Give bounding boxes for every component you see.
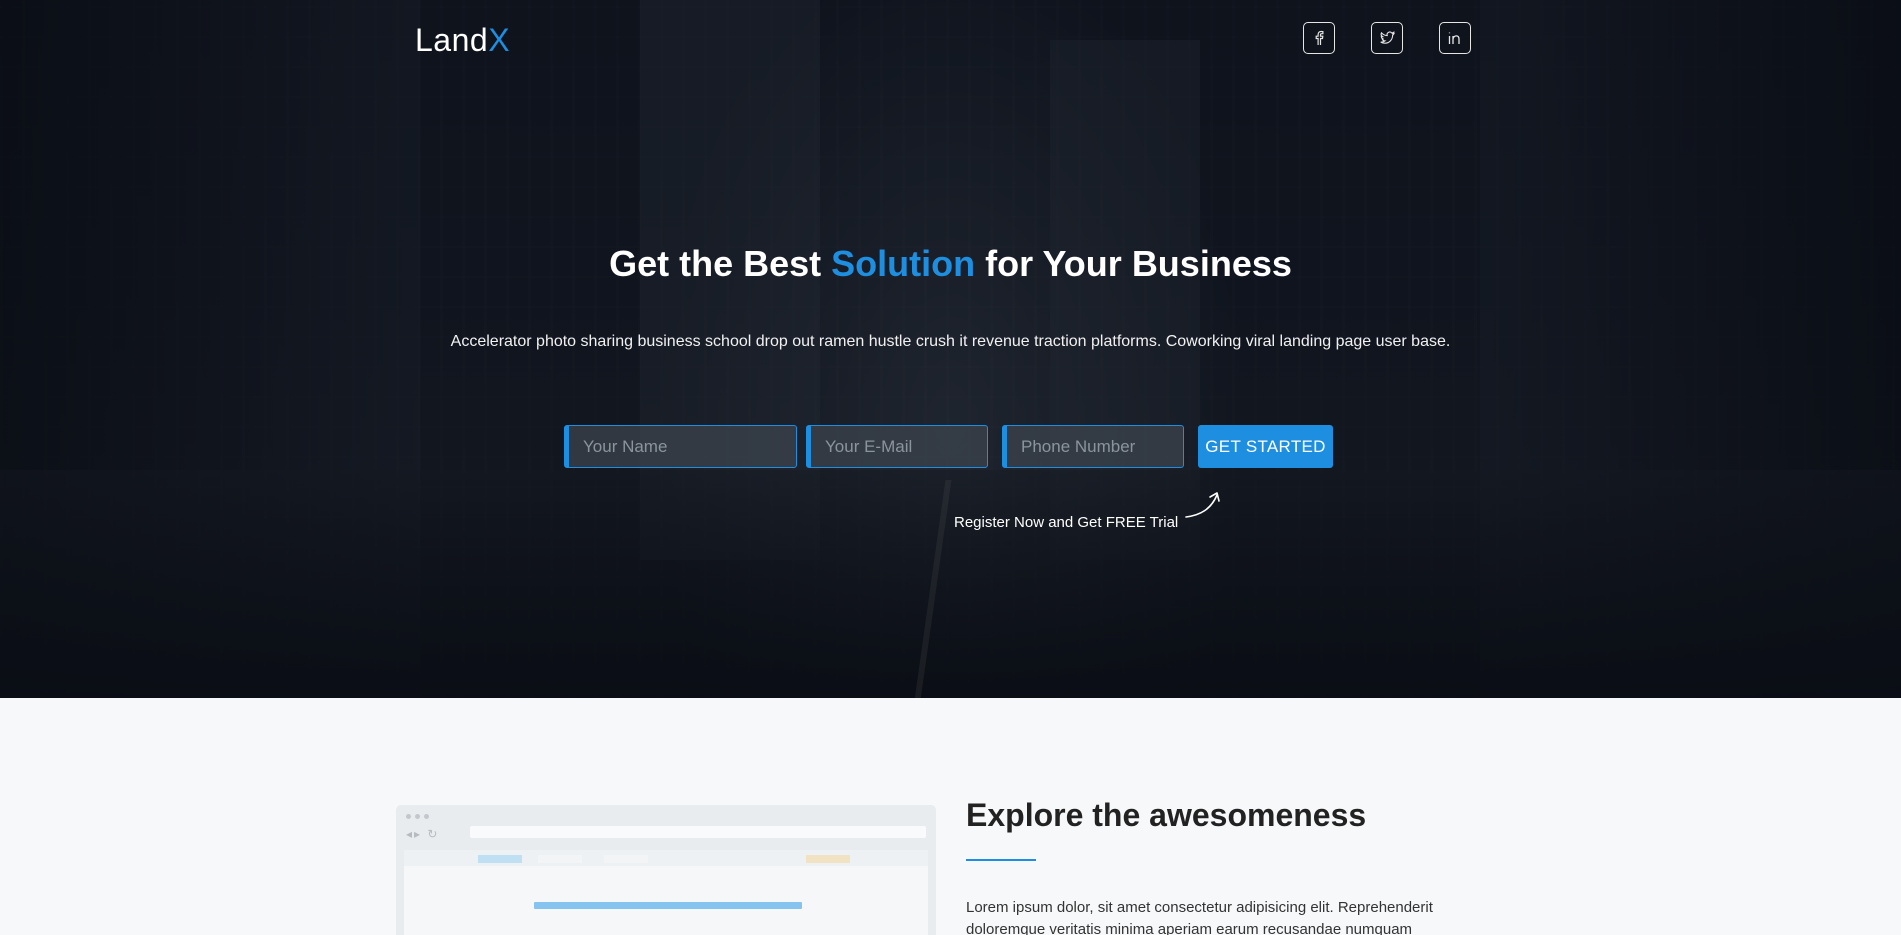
section-divider [966, 859, 1036, 861]
browser-address-bar [470, 826, 926, 838]
hero-section: LandX Get the Best Solution for Your Bus… [0, 0, 1901, 698]
mock-tab [538, 855, 582, 863]
facebook-icon[interactable] [1303, 22, 1335, 54]
section-title: Explore the awesomeness [966, 797, 1367, 833]
email-input[interactable] [806, 425, 988, 468]
logo-accent: X [488, 22, 511, 58]
mock-tab [604, 855, 648, 863]
curved-arrow-icon [1185, 492, 1220, 518]
register-note: Register Now and Get FREE Trial [954, 514, 1179, 531]
name-input[interactable] [564, 425, 797, 468]
logo[interactable]: LandX [415, 22, 510, 59]
get-started-button[interactable]: GET STARTED [1198, 425, 1333, 468]
browser-page [404, 850, 928, 935]
linkedin-icon[interactable] [1439, 22, 1471, 54]
headline-part2: for Your [975, 243, 1132, 284]
logo-main: Land [415, 22, 489, 58]
headline-part1: Get the Best [609, 243, 832, 284]
mock-page-topbar [404, 850, 928, 866]
hero-headline: Get the Best Solution for Your Business [0, 243, 1901, 285]
mock-page-bar [534, 902, 802, 909]
twitter-icon[interactable] [1371, 22, 1403, 54]
section-body: Lorem ipsum dolor, sit amet consectetur … [966, 899, 1433, 935]
browser-mockup: ◂▸ ↻ [396, 805, 936, 935]
features-section [0, 698, 1901, 935]
phone-input[interactable] [1002, 425, 1184, 468]
headline-strong: Business [1131, 243, 1292, 284]
hero-subtext: Accelerator photo sharing business schoo… [450, 333, 1451, 350]
headline-accent: Solution [831, 243, 976, 284]
mock-tab [806, 855, 850, 863]
browser-nav-icons: ◂▸ ↻ [406, 827, 440, 841]
mock-tab [478, 855, 522, 863]
window-dots [406, 814, 429, 819]
